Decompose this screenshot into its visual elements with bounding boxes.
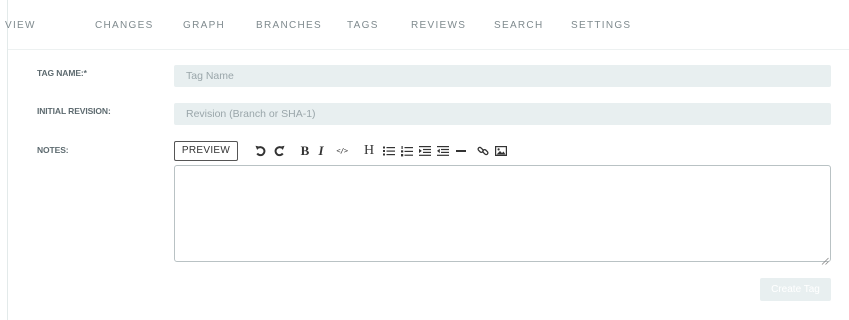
link-icon[interactable] xyxy=(477,143,489,159)
tag-name-input[interactable] xyxy=(174,65,831,87)
notes-label: NOTES: xyxy=(37,145,69,155)
initial-revision-label: INITIAL REVISION: xyxy=(37,106,111,116)
code-icon[interactable]: </> xyxy=(335,143,349,159)
nav-item-graph[interactable]: Graph xyxy=(183,20,225,31)
italic-icon[interactable]: I xyxy=(317,143,325,159)
tag-name-label: TAG NAME:* xyxy=(37,68,87,78)
create-tag-button[interactable]: Create Tag xyxy=(760,278,831,301)
preview-button[interactable]: Preview xyxy=(174,141,238,161)
top-nav: View Changes Graph Branches Tags Reviews… xyxy=(5,0,849,50)
heading-icon[interactable]: H xyxy=(363,143,375,159)
nav-item-changes[interactable]: Changes xyxy=(95,20,154,31)
nav-item-branches[interactable]: Branches xyxy=(256,20,322,31)
nav-item-tags[interactable]: Tags xyxy=(347,20,379,31)
undo-icon[interactable] xyxy=(254,143,266,159)
indent-icon[interactable] xyxy=(419,143,431,159)
numbered-list-icon[interactable] xyxy=(401,143,413,159)
outdent-icon[interactable] xyxy=(437,143,449,159)
resize-handle-icon[interactable] xyxy=(821,252,829,265)
redo-icon[interactable] xyxy=(273,143,285,159)
nav-item-settings[interactable]: Settings xyxy=(571,20,631,31)
nav-item-search[interactable]: Search xyxy=(494,20,543,31)
notes-textarea[interactable] xyxy=(174,165,831,262)
bold-icon[interactable]: B xyxy=(300,143,310,159)
horizontal-rule-icon[interactable] xyxy=(456,143,466,159)
image-icon[interactable] xyxy=(495,143,507,159)
tag-create-panel: View Changes Graph Branches Tags Reviews… xyxy=(5,0,849,320)
nav-item-reviews[interactable]: Reviews xyxy=(411,20,466,31)
initial-revision-input[interactable] xyxy=(174,103,831,125)
nav-item-view[interactable]: View xyxy=(5,20,36,31)
bulleted-list-icon[interactable] xyxy=(383,143,395,159)
